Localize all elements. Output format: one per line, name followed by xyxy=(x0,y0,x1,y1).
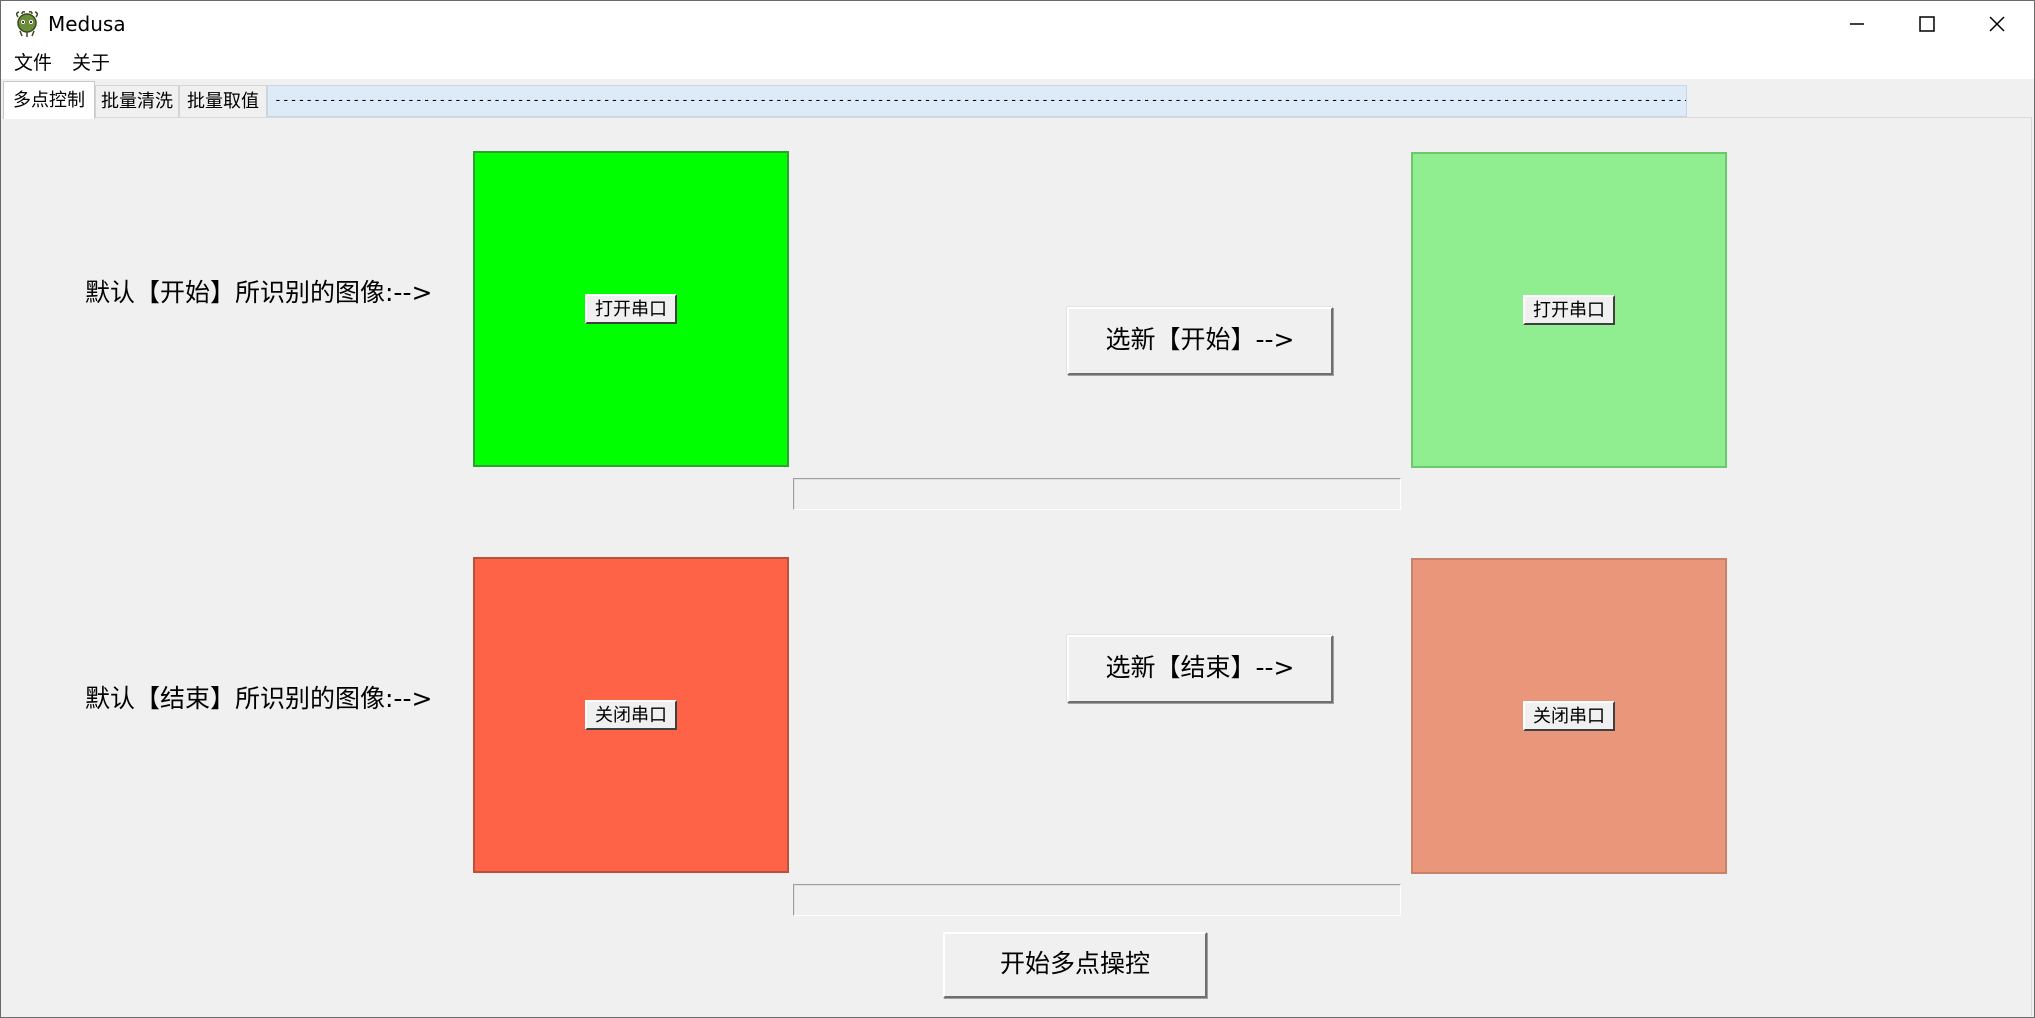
start-multipoint-control-button[interactable]: 开始多点操控 xyxy=(943,932,1207,998)
end-status-field[interactable] xyxy=(793,884,1401,916)
maximize-button[interactable] xyxy=(1892,1,1962,47)
app-window: Medusa 文件 关于 多点控制 批量清洗 批量取值 ------------… xyxy=(0,0,2035,1018)
start-default-image: 打开串口 xyxy=(473,151,789,467)
start-default-label: 默认【开始】所识别的图像:--> xyxy=(85,278,433,307)
start-default-open-port-button[interactable]: 打开串口 xyxy=(585,294,677,324)
menu-bar: 文件 关于 xyxy=(1,47,2034,79)
end-new-close-port-button[interactable]: 关闭串口 xyxy=(1523,701,1615,731)
select-new-start-button[interactable]: 选新【开始】--> xyxy=(1067,307,1333,375)
end-new-image: 关闭串口 xyxy=(1411,558,1727,874)
minimize-button[interactable] xyxy=(1822,1,1892,47)
menu-about[interactable]: 关于 xyxy=(71,51,111,75)
maximize-icon xyxy=(1919,16,1935,32)
end-default-image: 关闭串口 xyxy=(473,557,789,873)
tab-batch-extract[interactable]: 批量取值 xyxy=(179,85,267,117)
title-bar[interactable]: Medusa xyxy=(1,1,2034,47)
tab-filler: ----------------------------------------… xyxy=(267,85,1687,117)
window-title: Medusa xyxy=(48,12,126,36)
tab-multipoint-control[interactable]: 多点控制 xyxy=(3,81,95,119)
start-status-field[interactable] xyxy=(793,478,1401,510)
menu-file[interactable]: 文件 xyxy=(13,51,53,75)
medusa-app-icon xyxy=(15,11,39,37)
close-button[interactable] xyxy=(1962,1,2032,47)
tab-panel-multipoint-control xyxy=(2,117,2032,1016)
minimize-icon xyxy=(1850,23,1864,25)
tab-batch-clean[interactable]: 批量清洗 xyxy=(95,85,179,117)
end-default-close-port-button[interactable]: 关闭串口 xyxy=(585,700,677,730)
select-new-end-button[interactable]: 选新【结束】--> xyxy=(1067,635,1333,703)
start-new-open-port-button[interactable]: 打开串口 xyxy=(1523,295,1615,325)
end-default-label: 默认【结束】所识别的图像:--> xyxy=(85,684,433,713)
tab-strip: 多点控制 批量清洗 批量取值 -------------------------… xyxy=(1,81,2034,119)
close-icon xyxy=(1989,16,2005,32)
start-new-image: 打开串口 xyxy=(1411,152,1727,468)
